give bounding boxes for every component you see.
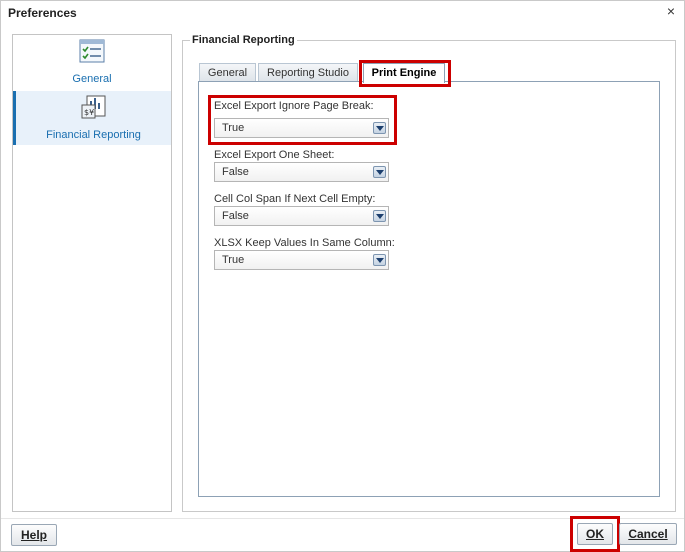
help-button[interactable]: Help (11, 524, 57, 546)
chevron-down-icon[interactable] (373, 166, 386, 178)
ok-button[interactable]: OK (577, 523, 613, 545)
select-value: True (222, 254, 245, 266)
field-label-xlsx-keep-values: XLSX Keep Values In Same Column: (214, 237, 395, 249)
dialog-title: Preferences (8, 6, 77, 20)
field-label-cell-col-span: Cell Col Span If Next Cell Empty: (214, 193, 376, 205)
tab-reporting-studio[interactable]: Reporting Studio (258, 63, 358, 82)
preferences-dialog: Preferences × General $¥ Financial Repor… (0, 0, 685, 552)
select-one-sheet[interactable]: False (214, 162, 389, 182)
select-value: False (222, 166, 249, 178)
select-value: True (222, 122, 245, 134)
group-legend: Financial Reporting (190, 34, 297, 46)
preferences-nav: General $¥ Financial Reporting (12, 34, 172, 512)
footer-divider (1, 518, 684, 519)
field-label-one-sheet: Excel Export One Sheet: (214, 149, 335, 161)
select-cell-col-span[interactable]: False (214, 206, 389, 226)
tab-print-engine[interactable]: Print Engine (363, 63, 445, 83)
close-icon[interactable]: × (664, 4, 678, 18)
print-engine-panel (198, 81, 660, 497)
report-icon: $¥ (81, 95, 105, 119)
nav-item-label: Financial Reporting (46, 129, 141, 141)
nav-item-financial-reporting[interactable]: $¥ Financial Reporting (13, 91, 171, 145)
select-ignore-page-break[interactable]: True (214, 118, 389, 138)
field-label-ignore-page-break: Excel Export Ignore Page Break: (214, 100, 374, 112)
tab-general[interactable]: General (199, 63, 256, 82)
checklist-icon (79, 39, 105, 63)
select-value: False (222, 210, 249, 222)
chevron-down-icon[interactable] (373, 254, 386, 266)
chevron-down-icon[interactable] (373, 122, 386, 134)
nav-item-general[interactable]: General (13, 35, 171, 89)
cancel-button[interactable]: Cancel (619, 523, 677, 545)
chevron-down-icon[interactable] (373, 210, 386, 222)
svg-text:$¥: $¥ (84, 108, 94, 117)
nav-item-label: General (72, 73, 112, 85)
select-xlsx-keep-values[interactable]: True (214, 250, 389, 270)
